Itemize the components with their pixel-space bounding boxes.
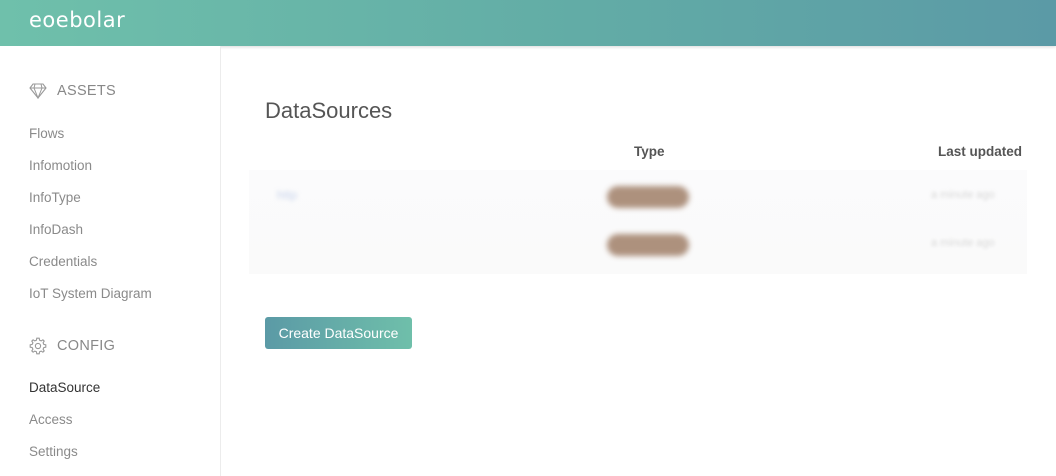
sidebar-item-infodash[interactable]: InfoDash	[29, 222, 83, 237]
sidebar-item-credentials[interactable]: Credentials	[29, 254, 97, 269]
sidebar-item-datasource[interactable]: DataSource	[29, 380, 100, 395]
sidebar-item-infotype[interactable]: InfoType	[29, 190, 81, 205]
type-badge	[607, 234, 689, 256]
last-updated-cell: a minute ago	[931, 237, 995, 249]
sidebar-item-iot-system-diagram[interactable]: IoT System Diagram	[29, 286, 152, 301]
table-row[interactable]: http a minute ago	[249, 174, 1027, 222]
gear-icon	[29, 337, 47, 355]
diamond-icon	[29, 83, 47, 99]
datasource-name-link[interactable]: http	[277, 188, 297, 202]
create-datasource-button[interactable]: Create DataSource	[265, 317, 412, 349]
type-badge	[607, 186, 689, 208]
app-logo[interactable]: eoebolar	[29, 8, 125, 32]
assets-heading: ASSETS	[57, 83, 117, 99]
datasource-table: http a minute ago a minute ago	[249, 170, 1027, 274]
table-row[interactable]: a minute ago	[249, 222, 1027, 270]
sidebar-item-flows[interactable]: Flows	[29, 126, 64, 141]
top-header: eoebolar	[0, 0, 1056, 46]
sidebar-item-access[interactable]: Access	[29, 412, 73, 427]
config-heading: CONFIG	[57, 338, 116, 354]
sidebar-section-config: CONFIG	[29, 337, 115, 355]
sidebar-item-settings[interactable]: Settings	[29, 444, 78, 459]
sidebar-section-assets: ASSETS	[29, 83, 116, 99]
sidebar: ASSETS Flows Infomotion InfoType InfoDas…	[0, 46, 221, 476]
sidebar-item-infomotion[interactable]: Infomotion	[29, 158, 92, 173]
column-header-type[interactable]: Type	[634, 144, 665, 159]
main-content: DataSources Type Last updated http a min…	[222, 46, 1056, 476]
page-title: DataSources	[265, 98, 393, 123]
column-header-last-updated[interactable]: Last updated	[938, 144, 1022, 159]
last-updated-cell: a minute ago	[931, 189, 995, 201]
